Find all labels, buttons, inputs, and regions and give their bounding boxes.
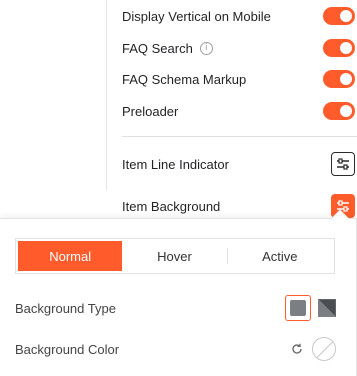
setting-label: FAQ Search: [122, 40, 193, 56]
tab-active[interactable]: Active: [228, 241, 332, 271]
color-swatch[interactable]: [312, 337, 336, 361]
tab-normal[interactable]: Normal: [18, 241, 123, 271]
background-popover: Normal Hover Active Background Type Back…: [0, 218, 357, 376]
left-gutter: [0, 0, 107, 190]
reset-icon[interactable]: [290, 342, 304, 356]
setting-row-faq-schema: FAQ Schema Markup: [122, 69, 357, 89]
setting-label: FAQ Schema Markup: [122, 71, 247, 87]
background-color-row: Background Color: [15, 336, 336, 362]
sliders-icon: [337, 158, 349, 170]
background-color-label: Background Color: [15, 341, 120, 357]
setting-row-preloader: Preloader: [122, 101, 357, 121]
setting-row-item-background: Item Background: [122, 194, 357, 218]
display-vertical-toggle[interactable]: [323, 7, 355, 25]
tab-hover[interactable]: Hover: [122, 241, 226, 271]
setting-row-item-line-indicator: Item Line Indicator: [122, 152, 357, 176]
setting-label: Item Background: [122, 198, 221, 214]
info-icon[interactable]: i: [199, 41, 213, 55]
state-tabs: Normal Hover Active: [15, 238, 335, 274]
divider: [122, 136, 357, 137]
item-line-indicator-button[interactable]: [331, 152, 355, 176]
setting-row-display-vertical: Display Vertical on Mobile: [122, 6, 357, 26]
faq-search-toggle[interactable]: [323, 39, 355, 57]
gradient-icon[interactable]: [318, 299, 336, 317]
background-type-row: Background Type: [15, 295, 336, 321]
setting-label: Item Line Indicator: [122, 156, 229, 172]
setting-label: Display Vertical on Mobile: [122, 8, 271, 24]
background-type-label: Background Type: [15, 300, 116, 316]
settings-panel: Display Vertical on Mobile FAQ Search i …: [108, 0, 357, 218]
setting-row-faq-search: FAQ Search i: [122, 38, 357, 58]
setting-label: Preloader: [122, 103, 179, 119]
faq-schema-toggle[interactable]: [323, 70, 355, 88]
preloader-toggle[interactable]: [323, 102, 355, 120]
setting-label-wrap: FAQ Search i: [122, 41, 357, 56]
classic-icon[interactable]: [285, 295, 311, 321]
